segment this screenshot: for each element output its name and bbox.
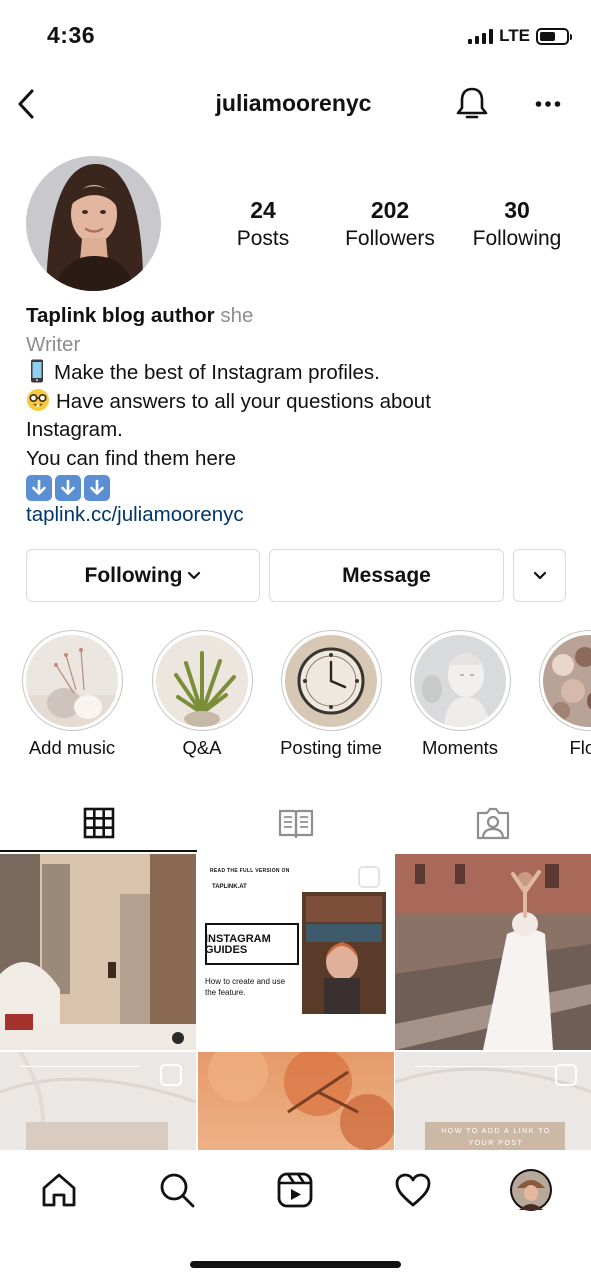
bio-category: Writer: [26, 332, 81, 356]
post-guide-title: INSTAGRAM GUIDES: [205, 934, 271, 956]
post-thumbnail[interactable]: [0, 854, 196, 1050]
guide-title-line: GUIDES: [205, 944, 248, 956]
stat-following[interactable]: 30 Following: [454, 196, 580, 254]
highlight-add-music[interactable]: Add music: [7, 630, 137, 759]
down-arrow-icon: [26, 475, 52, 501]
bottom-navigation: [0, 1150, 591, 1280]
post-link-title: HOW TO ADD A LINK TO YOUR POST: [441, 1128, 551, 1147]
status-time: 4:36: [47, 22, 96, 48]
status-bar: 4:36 LTE: [0, 0, 591, 72]
stat-value: 24: [250, 197, 276, 223]
stat-posts[interactable]: 24 Posts: [200, 196, 326, 254]
post-guide-subtitle: How to create and use the feature.: [205, 977, 286, 997]
highlight-label: Q&A: [182, 737, 222, 758]
message-button[interactable]: Message: [269, 549, 504, 602]
stat-label: Following: [472, 227, 562, 250]
highlight-cover: [26, 634, 118, 727]
bio-line: Make the best of Instagram profiles.: [54, 361, 380, 384]
post-thumbnail[interactable]: [0, 1052, 196, 1150]
profile-avatar[interactable]: [26, 156, 161, 291]
highlight-label: Add music: [28, 737, 116, 758]
mobile-phone-icon: [31, 359, 43, 383]
bio-name: Taplink blog author: [26, 304, 215, 327]
avatar-portrait-icon: [26, 156, 161, 291]
tab-guides[interactable]: [197, 794, 394, 852]
highlight-cover: [285, 634, 377, 727]
suggested-accounts-button[interactable]: [513, 549, 566, 602]
guides-book-icon: [278, 809, 313, 839]
profile-tabs: [0, 794, 591, 852]
heart-icon: [395, 1173, 431, 1207]
highlight-flow[interactable]: Flow: [524, 630, 591, 759]
tab-tagged[interactable]: [394, 794, 591, 852]
down-arrow-icon: [84, 475, 110, 501]
profile-stats: 24 Posts 202 Followers 30 Following: [200, 196, 580, 254]
post-guide-site: TAPLINK.AT: [212, 884, 247, 890]
story-highlights: Add music Q&A Posting time Moments Flow: [0, 630, 591, 770]
notifications-button[interactable]: [452, 84, 492, 124]
highlight-label: Moments: [421, 737, 499, 758]
bio-link[interactable]: taplink.cc/juliamoorenyc: [26, 501, 566, 530]
following-button-label: Following: [84, 563, 183, 587]
post-guide-topline: READ THE FULL VERSION ON: [210, 868, 290, 874]
stat-value: 202: [370, 197, 410, 223]
chevron-down-icon: [188, 571, 201, 579]
bio-line: Have answers to all your questions about: [56, 389, 431, 413]
nerd-face-icon: [27, 388, 49, 411]
profile-username: juliamoorenyc: [215, 90, 372, 116]
message-button-label: Message: [342, 563, 431, 587]
down-arrow-icon: [55, 475, 81, 501]
bell-icon: [456, 87, 488, 119]
highlight-label: Flow: [569, 737, 591, 758]
posts-grid: READ THE FULL VERSION ON TAPLINK.AT INST…: [0, 854, 591, 1150]
stat-value: 30: [504, 197, 530, 223]
highlight-cover: [414, 634, 506, 727]
home-icon: [42, 1173, 76, 1207]
highlight-posting-time[interactable]: Posting time: [266, 630, 396, 759]
more-options-button[interactable]: [528, 84, 568, 124]
highlight-cover: [543, 634, 591, 727]
more-dots-icon: [535, 101, 561, 107]
battery-icon: [536, 27, 572, 45]
profile-avatar-icon: [510, 1169, 552, 1211]
highlight-cover: [156, 634, 248, 727]
stat-label: Followers: [345, 227, 435, 250]
stat-followers[interactable]: 202 Followers: [327, 196, 453, 254]
search-icon: [160, 1173, 195, 1208]
carousel-icon: [358, 866, 380, 888]
reels-icon: [277, 1172, 313, 1208]
post-thumbnail[interactable]: READ THE FULL VERSION ON TAPLINK.AT INST…: [198, 854, 394, 1050]
status-indicators: LTE: [468, 26, 572, 46]
nav-profile[interactable]: [509, 1168, 553, 1212]
tagged-person-icon: [476, 807, 509, 840]
carousel-icon: [160, 1064, 182, 1086]
bio-line: Instagram.: [26, 418, 123, 441]
carousel-icon: [555, 1064, 577, 1086]
post-thumbnail[interactable]: [198, 1052, 394, 1150]
post-thumbnail[interactable]: [395, 854, 591, 1050]
following-button[interactable]: Following: [26, 549, 260, 602]
network-label: LTE: [499, 26, 530, 45]
nav-activity[interactable]: [391, 1168, 435, 1212]
grid-icon: [83, 807, 114, 839]
active-tab-indicator: [0, 850, 197, 852]
profile-bio: Taplink blog author she Writer Make the …: [26, 302, 566, 530]
nav-reels[interactable]: [273, 1168, 317, 1212]
nav-home[interactable]: [37, 1168, 81, 1212]
post-thumbnail[interactable]: HOW TO ADD A LINK TO YOUR POST: [395, 1052, 591, 1150]
down-arrows: [26, 475, 566, 501]
stat-label: Posts: [236, 227, 290, 250]
bio-line: You can find them here: [26, 446, 237, 470]
profile-header-bar: juliamoorenyc: [0, 78, 591, 130]
nav-search[interactable]: [155, 1168, 199, 1212]
highlight-label: Posting time: [280, 737, 382, 758]
chevron-down-icon: [533, 571, 546, 579]
signal-icon: [468, 28, 494, 44]
highlight-qa[interactable]: Q&A: [137, 630, 267, 759]
bio-pronoun: she: [220, 304, 254, 327]
highlight-moments[interactable]: Moments: [395, 630, 525, 759]
home-indicator: [190, 1261, 401, 1268]
tab-posts-grid[interactable]: [0, 794, 197, 852]
